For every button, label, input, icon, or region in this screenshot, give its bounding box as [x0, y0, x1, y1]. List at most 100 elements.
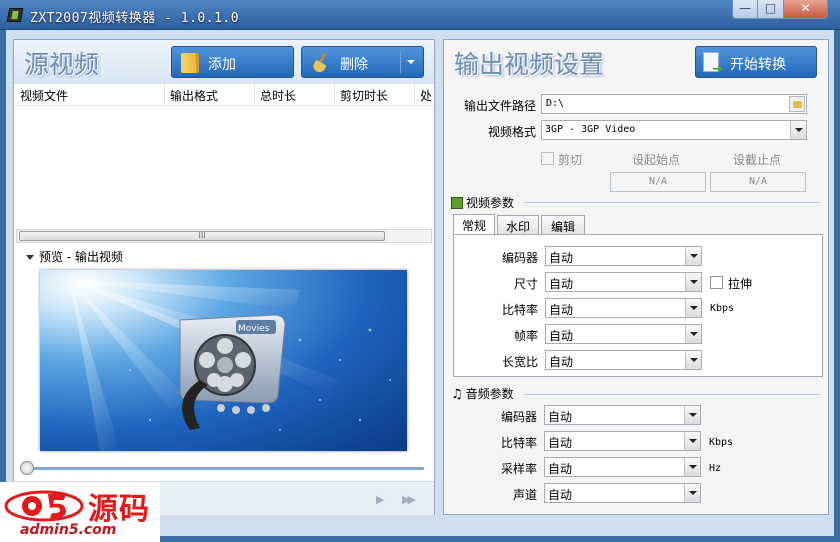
section-divider: [524, 202, 820, 203]
source-video-panel: 源视频 添加 删除 视频文件 输出格式 总时长 剪切时长 处 III 预览 - …: [13, 39, 435, 515]
column-duration[interactable]: 总时长: [260, 87, 296, 104]
video-bitrate-select[interactable]: 自动: [545, 298, 702, 318]
add-button-label: 添加: [208, 57, 236, 73]
watermark: 源码 admin5.com: [0, 482, 160, 542]
chevron-down-icon[interactable]: [684, 458, 700, 476]
video-encoder-label: 编码器: [501, 251, 538, 265]
scrollbar-thumb[interactable]: III: [19, 231, 385, 241]
broom-icon: [312, 52, 332, 74]
source-title: 源视频: [24, 50, 100, 79]
delete-button-label: 删除: [340, 57, 368, 73]
chevron-down-icon[interactable]: [684, 484, 700, 502]
samplerate-select[interactable]: 自动: [544, 457, 701, 477]
column-divider: [254, 84, 255, 106]
stretch-checkbox[interactable]: [710, 276, 723, 289]
tab-general[interactable]: 常规: [453, 214, 495, 235]
samplerate-unit: Hz: [709, 463, 722, 474]
start-convert-label: 开始转换: [730, 57, 786, 73]
column-output-format[interactable]: 输出格式: [170, 87, 218, 104]
tab-edit[interactable]: 编辑: [541, 215, 585, 235]
framerate-value: 自动: [549, 329, 574, 343]
output-title: 输出视频设置: [454, 50, 605, 79]
output-path-input[interactable]: D:\: [541, 94, 807, 114]
section-divider: [524, 394, 820, 395]
chevron-down-icon[interactable]: [685, 325, 701, 343]
start-convert-button[interactable]: ➜ 开始转换: [695, 46, 817, 78]
general-tab-panel: 编码器 自动 尺寸 自动 拉伸 比特率 自动 Kbps 帧率 自动 长宽比 自动: [453, 234, 823, 377]
samplerate-value: 自动: [548, 462, 573, 476]
aspect-ratio-select[interactable]: 自动: [545, 350, 702, 370]
video-icon: [451, 197, 463, 209]
output-path-value: D:\: [546, 98, 565, 109]
folder-icon: [181, 53, 199, 73]
video-bitrate-unit: Kbps: [710, 303, 735, 314]
end-point-field[interactable]: N/A: [710, 172, 806, 192]
play-icon[interactable]: ▶: [376, 493, 384, 506]
collapse-triangle-icon[interactable]: [26, 255, 34, 260]
tab-watermark[interactable]: 水印: [497, 215, 539, 235]
video-encoder-select[interactable]: 自动: [545, 246, 702, 266]
chevron-down-icon[interactable]: [407, 60, 415, 64]
set-start-point-label: 设起始点: [632, 153, 681, 167]
audio-encoder-select[interactable]: 自动: [544, 405, 701, 425]
seek-knob[interactable]: [20, 461, 34, 475]
chevron-down-icon[interactable]: [685, 247, 701, 265]
column-cut-duration[interactable]: 剪切时长: [340, 87, 388, 104]
chevron-down-icon[interactable]: [685, 273, 701, 291]
video-bitrate-label: 比特率: [501, 303, 538, 317]
add-button[interactable]: 添加: [171, 46, 294, 78]
aspect-ratio-value: 自动: [549, 355, 574, 369]
channel-select[interactable]: 自动: [544, 483, 701, 503]
audio-params-header: ♫ 音频参数: [451, 385, 514, 402]
minimize-button[interactable]: —: [732, 0, 758, 19]
channel-value: 自动: [548, 488, 573, 502]
column-process[interactable]: 处: [420, 87, 432, 104]
window-title: ZXT2007视频转换器 - 1.0.1.0: [30, 11, 240, 26]
aspect-ratio-label: 长宽比: [501, 355, 538, 369]
column-divider: [414, 84, 415, 106]
chevron-down-icon[interactable]: [685, 299, 701, 317]
music-note-icon: ♫: [451, 387, 463, 402]
fast-forward-icon[interactable]: ▶▶: [402, 493, 416, 506]
chevron-down-icon[interactable]: [684, 432, 700, 450]
column-divider: [334, 84, 335, 106]
stretch-label: 拉伸: [728, 277, 753, 291]
preview-image: Movies: [40, 270, 407, 451]
chevron-down-icon[interactable]: [685, 351, 701, 369]
client-area: 源视频 添加 删除 视频文件 输出格式 总时长 剪切时长 处 III 预览 - …: [6, 30, 834, 536]
maximize-button[interactable]: □: [758, 0, 784, 19]
preview-header[interactable]: 预览 - 输出视频: [26, 248, 123, 265]
split-divider: [400, 51, 401, 73]
audio-bitrate-select[interactable]: 自动: [544, 431, 701, 451]
audio-bitrate-value: 自动: [548, 436, 573, 450]
framerate-select[interactable]: 自动: [545, 324, 702, 344]
audio-encoder-label: 编码器: [500, 410, 537, 424]
video-bitrate-value: 自动: [549, 303, 574, 317]
app-icon: [6, 8, 24, 22]
close-button[interactable]: ✕: [784, 0, 828, 19]
seek-bar[interactable]: [20, 461, 428, 475]
video-format-value: 3GP - 3GP Video: [545, 124, 636, 135]
video-format-label: 视频格式: [487, 125, 536, 139]
video-format-select[interactable]: 3GP - 3GP Video: [541, 120, 807, 140]
cut-checkbox[interactable]: [541, 152, 554, 165]
start-point-field[interactable]: N/A: [610, 172, 706, 192]
window-controls: — □ ✕: [732, 0, 828, 20]
column-video-file[interactable]: 视频文件: [20, 87, 68, 104]
delete-button[interactable]: 删除: [301, 46, 424, 78]
watermark-url: admin5.com: [20, 522, 117, 538]
column-divider: [164, 84, 165, 106]
video-encoder-value: 自动: [549, 251, 574, 265]
output-path-label: 输出文件路径: [464, 99, 537, 113]
horizontal-scrollbar[interactable]: III: [16, 229, 432, 243]
framerate-label: 帧率: [513, 329, 538, 343]
video-size-select[interactable]: 自动: [545, 272, 702, 292]
source-toolbar: 源视频 添加 删除: [14, 40, 434, 84]
chevron-down-icon[interactable]: [790, 121, 806, 139]
audio-bitrate-label: 比特率: [500, 436, 537, 450]
browse-folder-icon[interactable]: [789, 96, 805, 112]
seek-track[interactable]: [30, 467, 424, 470]
video-params-title: 视频参数: [466, 196, 515, 210]
chevron-down-icon[interactable]: [684, 406, 700, 424]
set-end-point-label: 设截止点: [733, 153, 782, 167]
